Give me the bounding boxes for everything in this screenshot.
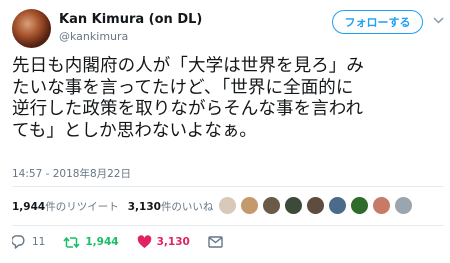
retweet-icon (63, 236, 80, 249)
tweet-line: 先日も内閣府の人が「大学は世界を見ろ」み (12, 56, 364, 76)
chevron-down-icon[interactable] (432, 14, 444, 26)
liker-avatar[interactable] (394, 196, 413, 215)
likes-stat-count: 3,130 (127, 201, 161, 213)
author-handle[interactable]: @kankimura (59, 30, 128, 43)
reply-icon (12, 235, 27, 249)
liker-avatar[interactable] (218, 196, 237, 215)
timestamp[interactable]: 14:57 - 2018年8月22日 (12, 166, 131, 181)
retweet-count: 1,944 (85, 236, 119, 248)
likes-stat[interactable]: 3,130件のいいね (128, 199, 214, 214)
like-count: 3,130 (156, 236, 190, 248)
tweet-line: ても」としか思わないよなぁ。 (12, 120, 257, 141)
liker-avatars (218, 196, 413, 215)
heart-icon (137, 235, 152, 249)
divider (12, 225, 444, 226)
direct-message-button[interactable] (208, 236, 223, 248)
retweet-button[interactable]: 1,944 (63, 236, 119, 249)
liker-avatar[interactable] (240, 196, 259, 215)
liker-avatar[interactable] (262, 196, 281, 215)
likes-stat-label: 件のいいね (160, 201, 214, 213)
tweet-line: たいな事を言ってたけど、「世界に全面的に (12, 77, 354, 98)
liker-avatar[interactable] (372, 196, 391, 215)
engagement-stats: 1,944件のリツイート 3,130件のいいね (12, 199, 213, 214)
author-name[interactable]: Kan Kimura (on DL) (59, 12, 202, 27)
reply-button[interactable]: 11 (12, 235, 45, 249)
tweet-line: 逆行した政策を取りながらそんな事を言われ (12, 99, 364, 119)
liker-avatar[interactable] (306, 196, 325, 215)
avatar[interactable] (12, 9, 51, 48)
divider (12, 186, 444, 187)
retweets-stat-count: 1,944 (12, 201, 46, 213)
like-button[interactable]: 3,130 (137, 235, 190, 249)
retweets-stat-label: 件のリツイート (45, 201, 119, 213)
liker-avatar[interactable] (350, 196, 369, 215)
liker-avatar[interactable] (284, 196, 303, 215)
reply-count: 11 (32, 236, 46, 248)
follow-button[interactable]: フォローする (332, 10, 423, 34)
tweet-actions: 11 1,944 3,130 (12, 232, 241, 252)
tweet-text: 先日も内閣府の人が「大学は世界を見ろ」み たいな事を言ってたけど、「世界に全面的… (12, 56, 444, 142)
retweets-stat[interactable]: 1,944件のリツイート (12, 199, 119, 214)
liker-avatar[interactable] (328, 196, 347, 215)
envelope-icon (208, 236, 223, 248)
